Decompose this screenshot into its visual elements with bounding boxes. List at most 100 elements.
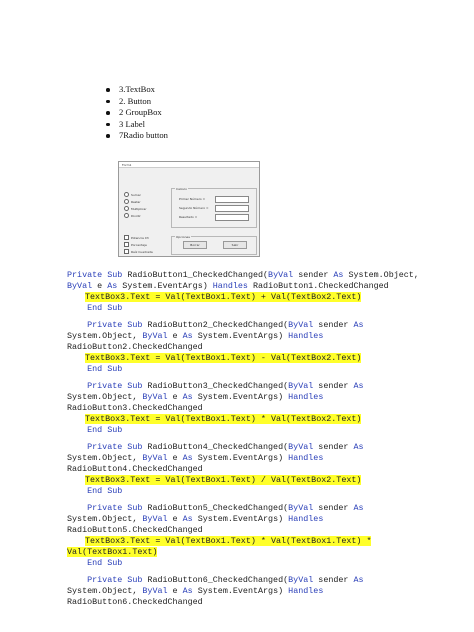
code-text: System.Object, — [67, 586, 143, 596]
code-text: e — [92, 281, 108, 291]
check-raiz[interactable]: Raíz Cuadrada — [124, 249, 153, 254]
code-text: sender — [313, 503, 354, 513]
bullet-text: 7Radio button — [119, 130, 168, 140]
radio-circle-icon — [124, 192, 129, 197]
code-line: End Sub — [67, 558, 122, 568]
bullet-item: 2 GroupBox — [106, 107, 168, 119]
code-keyword: Handles — [288, 453, 324, 463]
code-line: System.Object, ByVal e As System.EventAr… — [67, 514, 323, 524]
code-text: System.EventArgs) — [192, 331, 289, 341]
code-keyword: Private Sub — [67, 442, 143, 452]
code-line: Private Sub RadioButton4_CheckedChanged(… — [67, 442, 364, 452]
code-text: RadioButton6.CheckedChanged — [67, 597, 203, 607]
bullet-dot-icon — [106, 111, 110, 115]
bullet-text: 3.TextBox — [119, 84, 155, 94]
code-line: TextBox3.Text = Val(TextBox1.Text) * Val… — [85, 414, 362, 424]
code-text: sender — [293, 270, 334, 280]
code-keyword: ByVal — [67, 281, 93, 291]
code-line: Val(TextBox1.Text) — [67, 547, 158, 557]
code-keyword: As — [353, 442, 364, 452]
code-line: RadioButton4.CheckedChanged — [67, 464, 203, 474]
code-text: sender — [313, 575, 354, 585]
label-segundo-numero: Segundo Número = — [179, 206, 209, 210]
code-keyword: As — [182, 514, 193, 524]
radio-restar[interactable]: Restar — [124, 199, 141, 204]
code-line: TextBox3.Text = Val(TextBox1.Text) * Val… — [85, 536, 372, 546]
code-text: RadioButton3_CheckedChanged( — [142, 381, 289, 391]
code-keyword: ByVal — [288, 503, 314, 513]
code-keyword: End Sub — [67, 303, 123, 313]
code-line: Private Sub RadioButton3_CheckedChanged(… — [67, 381, 364, 391]
code-text: e — [167, 514, 183, 524]
radio-multiplicar[interactable]: Multiplicar — [124, 206, 147, 211]
code-keyword: As — [182, 586, 193, 596]
radio-label: Restar — [131, 199, 141, 204]
code-text: RadioButton6_CheckedChanged( — [142, 575, 289, 585]
code-keyword: As — [353, 381, 364, 391]
bullet-dot-icon — [106, 122, 110, 126]
code-text: RadioButton5_CheckedChanged( — [142, 503, 289, 513]
code-keyword: As — [353, 575, 364, 585]
code-text: e — [167, 586, 183, 596]
code-text: System.EventArgs) — [192, 453, 289, 463]
code-line: System.Object, ByVal e As System.EventAr… — [67, 392, 323, 402]
code-text: System.Object, — [67, 331, 143, 341]
code-text: RadioButton1_CheckedChanged( — [122, 270, 269, 280]
code-keyword: As — [107, 281, 118, 291]
code-line: System.Object, ByVal e As System.EventAr… — [67, 453, 323, 463]
check-potencia[interactable]: Potencia X3 — [124, 235, 149, 240]
code-highlight: TextBox3.Text = Val(TextBox1.Text) * Val… — [85, 414, 362, 424]
groupbox-caption: Opciones — [175, 235, 191, 239]
code-line: End Sub — [67, 303, 122, 313]
code-text: e — [167, 331, 183, 341]
textbox3[interactable] — [215, 214, 249, 221]
radio-dividir[interactable]: Dividir — [124, 213, 141, 218]
code-keyword: As — [353, 503, 364, 513]
textbox1[interactable] — [215, 196, 249, 203]
code-line: End Sub — [67, 364, 122, 374]
code-text: System.Object, — [67, 392, 143, 402]
code-keyword: ByVal — [288, 442, 314, 452]
code-line: TextBox3.Text = Val(TextBox1.Text) / Val… — [85, 475, 362, 485]
code-text: System.EventArgs) — [192, 586, 289, 596]
groupbox-caption: Calculo — [175, 187, 188, 191]
code-text: RadioButton2_CheckedChanged( — [142, 320, 289, 330]
salir-button[interactable]: Salir — [223, 241, 247, 249]
check-label: Porcentaje — [131, 242, 147, 247]
checkbox-icon — [124, 235, 129, 240]
radio-sumar[interactable]: Sumar — [124, 192, 141, 197]
code-line: End Sub — [67, 425, 122, 435]
code-line: System.Object, ByVal e As System.EventAr… — [67, 586, 323, 596]
label-primer-numero: Primer Número = — [179, 197, 206, 201]
code-keyword: Handles — [288, 586, 324, 596]
code-keyword: As — [182, 453, 193, 463]
code-line: Private Sub RadioButton2_CheckedChanged(… — [67, 320, 363, 330]
radio-label: Sumar — [131, 192, 141, 197]
textbox2[interactable] — [215, 205, 249, 212]
code-line: TextBox3.Text = Val(TextBox1.Text) - Val… — [85, 353, 362, 363]
code-line: TextBox3.Text = Val(TextBox1.Text) + Val… — [85, 292, 362, 302]
code-text: sender — [313, 442, 354, 452]
code-line: Private Sub RadioButton5_CheckedChanged(… — [67, 503, 364, 513]
check-porcentaje[interactable]: Porcentaje — [124, 242, 147, 247]
code-text: sender — [313, 320, 354, 330]
code-keyword: As — [333, 270, 344, 280]
code-line: RadioButton2.CheckedChanged — [67, 342, 203, 352]
code-text: e — [167, 392, 183, 402]
checkbox-icon — [124, 249, 129, 254]
code-line: RadioButton5.CheckedChanged — [67, 525, 203, 535]
label-resultado: Resultado = — [179, 215, 198, 219]
code-text: System.EventArgs) — [117, 281, 213, 291]
code-keyword: ByVal — [142, 331, 168, 341]
radio-label: Dividir — [131, 213, 141, 218]
code-text: RadioButton4_CheckedChanged( — [142, 442, 289, 452]
borrar-button[interactable]: Borrar — [183, 241, 207, 249]
code-keyword: ByVal — [142, 586, 168, 596]
form-title-bar: Form1 — [119, 162, 259, 168]
code-highlight: TextBox3.Text = Val(TextBox1.Text) * Val… — [85, 536, 372, 546]
code-line: ByVal e As System.EventArgs) Handles Rad… — [67, 281, 389, 291]
code-keyword: Private Sub — [67, 320, 143, 330]
code-text: System.Object, — [67, 453, 143, 463]
checkbox-icon — [124, 242, 129, 247]
code-keyword: ByVal — [268, 270, 294, 280]
